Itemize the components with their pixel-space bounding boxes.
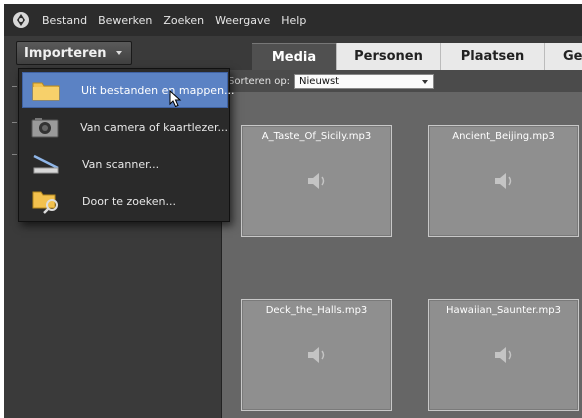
menu-bestand[interactable]: Bestand [42,14,87,27]
tab-personen[interactable]: Personen [336,43,440,70]
speaker-icon [495,173,512,189]
menu-item-label: Van camera of kaartlezer... [80,120,228,134]
menu-item-label: Door te zoeken... [82,194,177,208]
import-button[interactable]: Importeren [16,41,132,65]
media-filename: A_Taste_Of_Sicily.mp3 [261,131,372,142]
folder-search-icon [30,188,62,214]
media-filename: Hawaiian_Saunter.mp3 [445,305,562,316]
menu-item-from-scanner[interactable]: Van scanner... [22,146,228,182]
media-thumbnail[interactable]: Hawaiian_Saunter.mp3 [428,299,579,411]
tab-gebeurtenissen[interactable]: Geb [544,43,582,70]
speaker-icon [308,347,325,363]
media-thumbnail[interactable]: Deck_the_Halls.mp3 [241,299,392,411]
chevron-down-icon [422,79,429,84]
app-logo-icon[interactable] [12,11,30,29]
import-label: Importeren [24,45,107,61]
folder-icon [31,77,61,103]
sort-label: Sorteren op: [228,75,291,87]
sort-select[interactable]: Nieuwst [294,73,435,89]
menu-bewerken[interactable]: Bewerken [98,14,152,27]
speaker-icon [308,173,325,189]
sort-bar: Sorteren op: Nieuwst [222,70,582,92]
panel-marker [12,122,17,123]
media-browser: Sorteren op: Nieuwst A_Taste_Of_Sicily.m… [222,70,582,418]
media-thumbnail[interactable]: Ancient_Beijing.mp3 [428,125,579,237]
menu-weergave[interactable]: Weergave [215,14,270,27]
tab-plaatsen[interactable]: Plaatsen [440,43,544,70]
menu-item-search[interactable]: Door te zoeken... [22,183,228,219]
panel-marker [12,154,17,155]
media-filename: Deck_the_Halls.mp3 [265,305,368,316]
media-thumbnail[interactable]: A_Taste_Of_Sicily.mp3 [241,125,392,237]
scanner-icon [30,151,62,177]
menu-bar: Bestand Bewerken Zoeken Weergave Help [4,4,582,36]
menu-zoeken[interactable]: Zoeken [163,14,204,27]
menu-item-label: Uit bestanden en mappen... [81,83,235,97]
menu-item-label: Van scanner... [82,157,160,171]
speaker-icon [495,347,512,363]
menu-item-from-camera[interactable]: Van camera of kaartlezer... [22,109,228,145]
chevron-down-icon [115,51,122,55]
sort-value: Nieuwst [299,75,340,87]
toolbar: Importeren Media Personen Plaatsen Geb [4,36,582,70]
menu-help[interactable]: Help [281,14,306,27]
mouse-cursor-icon [169,90,182,108]
camera-icon [30,114,60,140]
tab-media[interactable]: Media [252,43,336,70]
menu-item-from-files[interactable]: Uit bestanden en mappen... [22,72,235,108]
panel-marker [12,86,17,87]
import-dropdown-menu: Uit bestanden en mappen... Van camera of… [18,68,235,222]
media-filename: Ancient_Beijing.mp3 [452,131,555,142]
